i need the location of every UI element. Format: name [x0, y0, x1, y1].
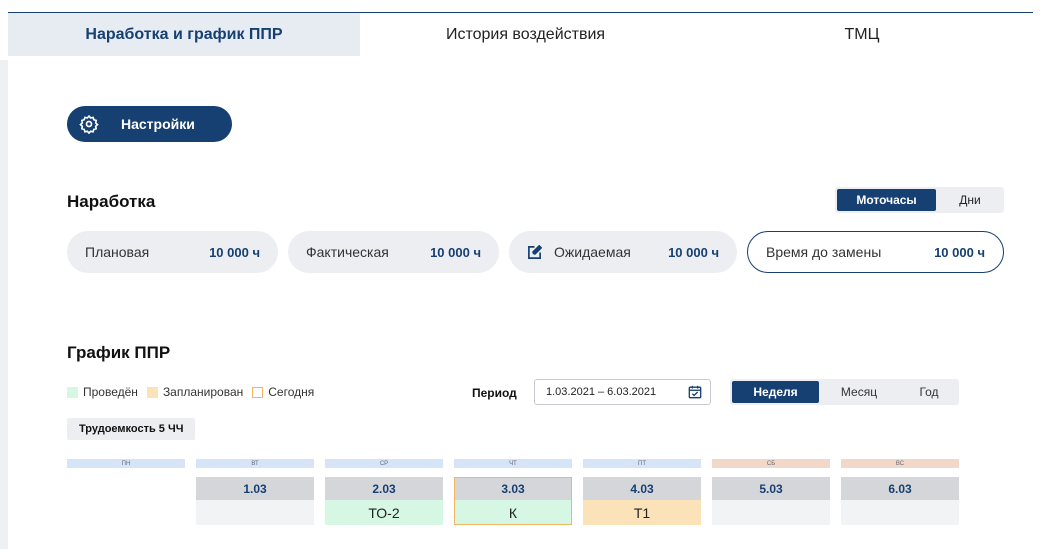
units-toggle: Моточасы Дни — [835, 187, 1004, 213]
date-cell: 5.03 — [712, 477, 830, 500]
metric-planned: Плановая 10 000 ч — [67, 231, 278, 273]
date-cell: 2.03 — [325, 477, 443, 500]
tab-runtime-schedule[interactable]: Наработка и график ППР — [8, 13, 360, 56]
settings-label: Настройки — [121, 116, 195, 132]
metric-value: 10 000 ч — [668, 244, 719, 260]
work-cell-done[interactable]: К — [454, 500, 572, 525]
left-scroll-strip — [0, 60, 8, 549]
tab-inventory[interactable]: ТМЦ — [691, 13, 1033, 56]
schedule-title: График ППР — [67, 343, 171, 362]
metric-actual: Фактическая 10 000 ч — [288, 231, 499, 273]
metric-label: Время до замены — [766, 244, 882, 260]
work-cell-done[interactable]: ТО-2 — [325, 500, 443, 525]
settings-button[interactable]: Настройки — [67, 106, 232, 142]
schedule-legend: Проведён Запланирован Сегодня — [67, 385, 323, 399]
range-option-year[interactable]: Год — [899, 381, 959, 403]
legend-swatch — [67, 386, 78, 398]
metric-label: Ожидаемая — [554, 244, 631, 260]
metric-value: 10 000 ч — [430, 244, 481, 260]
date-cell: 1.03 — [196, 477, 314, 500]
calendar-icon[interactable] — [688, 385, 702, 399]
range-option-week[interactable]: Неделя — [732, 381, 819, 403]
metric-value: 10 000 ч — [934, 244, 985, 260]
day-header-fri: ПТ — [583, 459, 701, 468]
units-option-days[interactable]: Дни — [936, 189, 1004, 211]
edit-icon[interactable] — [527, 244, 542, 260]
legend-swatch — [146, 386, 158, 398]
gear-icon — [79, 114, 99, 134]
period-date-range-input[interactable]: 1.03.2021 – 6.03.2021 — [534, 379, 711, 405]
day-header-mon: ПН — [67, 459, 185, 468]
period-label: Период — [472, 386, 517, 400]
day-header-wed: СР — [325, 459, 443, 468]
metric-expected: Ожидаемая 10 000 ч — [509, 231, 737, 273]
legend-label: Проведён — [83, 385, 138, 399]
metric-label: Фактическая — [306, 244, 389, 260]
legend-today: Сегодня — [252, 385, 314, 399]
legend-label: Сегодня — [268, 385, 315, 399]
metric-time-to-replace: Время до замены 10 000 ч — [747, 231, 1004, 273]
tab-impact-history[interactable]: История воздействия — [360, 13, 691, 56]
day-header-tue: ВТ — [196, 459, 314, 468]
date-cell: 3.03 — [454, 477, 572, 500]
date-cell: 6.03 — [841, 477, 959, 500]
day-header-sat: СБ — [712, 459, 830, 468]
metric-label: Плановая — [85, 244, 150, 260]
work-cell-planned[interactable]: Т1 — [583, 500, 701, 525]
range-option-month[interactable]: Месяц — [819, 381, 899, 403]
legend-planned: Запланирован — [146, 385, 244, 399]
day-header-sun: ВС — [841, 459, 959, 468]
units-option-hours[interactable]: Моточасы — [837, 189, 936, 211]
work-cell[interactable] — [196, 500, 314, 525]
labor-intensity-badge: Трудоемкость 5 ЧЧ — [67, 418, 196, 440]
tab-bar: Наработка и график ППР История воздейств… — [8, 12, 1033, 56]
legend-done: Проведён — [67, 385, 138, 399]
day-header-thu: ЧТ — [454, 459, 572, 468]
legend-swatch — [252, 386, 264, 398]
work-cell[interactable] — [841, 500, 959, 525]
date-cell: 4.03 — [583, 477, 701, 500]
metric-value: 10 000 ч — [209, 244, 260, 260]
runtime-title: Наработка — [67, 192, 156, 211]
period-value: 1.03.2021 – 6.03.2021 — [546, 386, 657, 398]
work-cell[interactable] — [712, 500, 830, 525]
legend-label: Запланирован — [162, 385, 244, 399]
range-toggle: Неделя Месяц Год — [730, 379, 959, 405]
